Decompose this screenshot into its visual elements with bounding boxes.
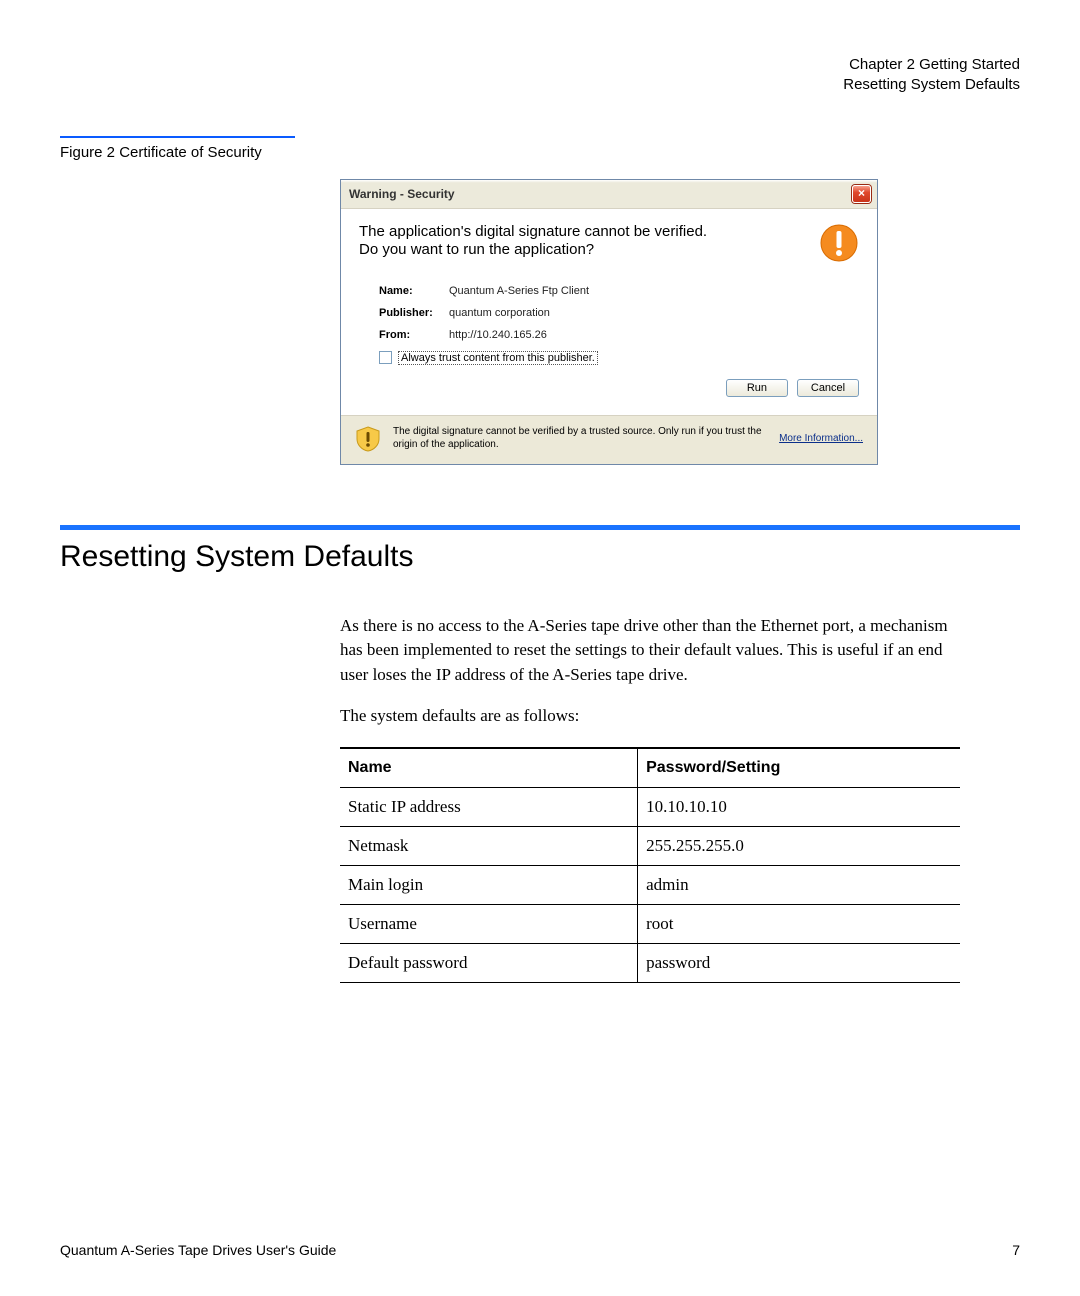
figure-caption: Figure 2 Certificate of Security — [60, 136, 295, 161]
cell-setting: admin — [638, 866, 960, 905]
more-information-link[interactable]: More Information... — [779, 433, 863, 444]
cell-setting: 10.10.10.10 — [638, 788, 960, 827]
cell-name: Main login — [340, 866, 638, 905]
page-footer: Quantum A-Series Tape Drives User's Guid… — [60, 1242, 1020, 1258]
table-row: Default password password — [340, 944, 960, 983]
footer-page-number: 7 — [1012, 1242, 1020, 1258]
cell-name: Username — [340, 905, 638, 944]
body-paragraph-1: As there is no access to the A-Series ta… — [340, 614, 960, 688]
defaults-table: Name Password/Setting Static IP address … — [340, 747, 960, 983]
always-trust-checkbox[interactable] — [379, 351, 392, 364]
cell-name: Static IP address — [340, 788, 638, 827]
section-rule — [60, 525, 1020, 530]
page-header: Chapter 2 Getting Started Resetting Syst… — [60, 55, 1020, 96]
cell-setting: 255.255.255.0 — [638, 827, 960, 866]
value-name: Quantum A-Series Ftp Client — [449, 285, 589, 297]
cell-setting: password — [638, 944, 960, 983]
dialog-footer-text: The digital signature cannot be verified… — [393, 426, 767, 451]
header-chapter: Chapter 2 Getting Started — [60, 55, 1020, 75]
table-header-name: Name — [340, 748, 638, 788]
table-row: Main login admin — [340, 866, 960, 905]
value-publisher: quantum corporation — [449, 307, 550, 319]
security-warning-dialog: Warning - Security × The application's d… — [340, 179, 878, 465]
label-publisher: Publisher: — [379, 307, 449, 319]
cell-setting: root — [638, 905, 960, 944]
dialog-message-line2: Do you want to run the application? — [359, 241, 809, 260]
always-trust-label: Always trust content from this publisher… — [398, 351, 598, 365]
close-icon[interactable]: × — [852, 185, 871, 203]
value-from: http://10.240.165.26 — [449, 329, 547, 341]
table-header-setting: Password/Setting — [638, 748, 960, 788]
body-paragraph-2: The system defaults are as follows: — [340, 704, 960, 729]
dialog-message-line1: The application's digital signature cann… — [359, 223, 809, 242]
table-row: Username root — [340, 905, 960, 944]
cell-name: Default password — [340, 944, 638, 983]
section-title: Resetting System Defaults — [60, 540, 1020, 574]
table-row: Netmask 255.255.255.0 — [340, 827, 960, 866]
dialog-message: The application's digital signature cann… — [359, 223, 819, 261]
cancel-button[interactable]: Cancel — [797, 379, 859, 397]
run-button[interactable]: Run — [726, 379, 788, 397]
dialog-titlebar: Warning - Security × — [341, 180, 877, 209]
label-name: Name: — [379, 285, 449, 297]
table-row: Static IP address 10.10.10.10 — [340, 788, 960, 827]
warning-icon — [819, 223, 859, 263]
label-from: From: — [379, 329, 449, 341]
shield-warning-icon — [355, 426, 381, 452]
footer-left: Quantum A-Series Tape Drives User's Guid… — [60, 1242, 336, 1258]
cell-name: Netmask — [340, 827, 638, 866]
dialog-title: Warning - Security — [349, 187, 455, 201]
header-section: Resetting System Defaults — [60, 75, 1020, 95]
